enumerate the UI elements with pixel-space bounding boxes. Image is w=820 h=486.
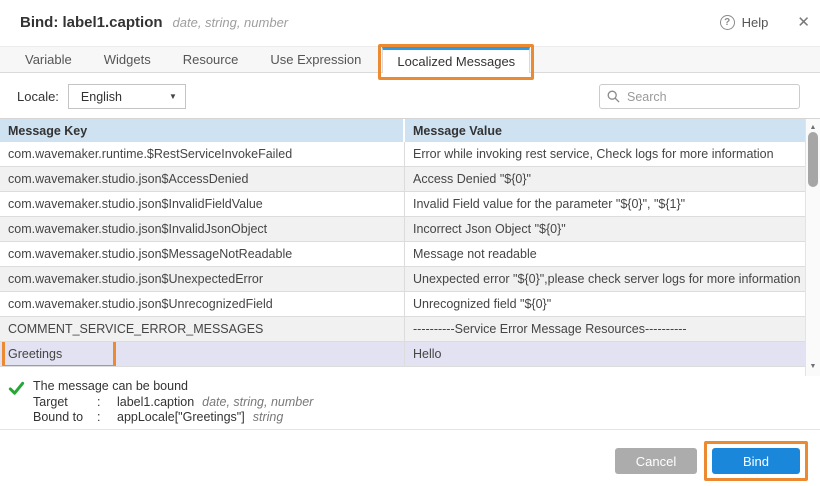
message-value-cell: Invalid Field value for the parameter "$… bbox=[405, 192, 805, 216]
bound-to-value: appLocale["Greetings"] bbox=[117, 410, 245, 426]
message-value-cell: Unexpected error "${0}",please check ser… bbox=[405, 267, 805, 291]
binding-status-lines: The message can be bound Target : label1… bbox=[33, 379, 313, 426]
message-key-cell: com.wavemaker.runtime.$RestServiceInvoke… bbox=[0, 142, 405, 166]
message-value-cell: Incorrect Json Object "${0}" bbox=[405, 217, 805, 241]
messages-table: Message Key Message Value com.wavemaker.… bbox=[0, 118, 820, 376]
dialog-header: Bind: label1.caption date, string, numbe… bbox=[0, 0, 820, 44]
table-row[interactable]: com.wavemaker.studio.json$UnexpectedErro… bbox=[0, 267, 805, 292]
tab-localized-messages[interactable]: Localized Messages bbox=[382, 47, 530, 73]
binding-bound-row: Bound to : appLocale["Greetings"] string bbox=[33, 410, 313, 426]
message-value-cell: Error while invoking rest service, Check… bbox=[405, 142, 805, 166]
bound-to-type: string bbox=[253, 410, 284, 426]
close-icon[interactable]: ✕ bbox=[797, 15, 810, 30]
footer-divider bbox=[0, 429, 820, 430]
bound-to-colon: : bbox=[97, 410, 117, 426]
target-label: Target bbox=[33, 395, 97, 411]
success-check-icon bbox=[8, 380, 25, 397]
message-key-cell: COMMENT_SERVICE_ERROR_MESSAGES bbox=[0, 317, 405, 341]
message-value-cell: Unrecognized field "${0}" bbox=[405, 292, 805, 316]
table-row-selected[interactable]: Greetings Hello bbox=[0, 342, 805, 367]
table-header-row: Message Key Message Value bbox=[0, 119, 805, 142]
help-link[interactable]: Help bbox=[742, 15, 769, 30]
message-key-cell: com.wavemaker.studio.json$MessageNotRead… bbox=[0, 242, 405, 266]
tab-resource[interactable]: Resource bbox=[172, 47, 250, 72]
message-key-cell: Greetings bbox=[0, 342, 405, 366]
message-value-cell: ----------Service Error Message Resource… bbox=[405, 317, 805, 341]
table-row[interactable]: COMMENT_SERVICE_ERROR_MESSAGES ---------… bbox=[0, 317, 805, 342]
binding-status-message: The message can be bound bbox=[33, 379, 313, 395]
table-row[interactable]: com.wavemaker.studio.json$UnrecognizedFi… bbox=[0, 292, 805, 317]
table-row[interactable]: com.wavemaker.studio.json$InvalidFieldVa… bbox=[0, 192, 805, 217]
scrollbar-thumb[interactable] bbox=[808, 132, 818, 187]
selected-message-key: Greetings bbox=[8, 347, 62, 361]
bind-dialog: Bind: label1.caption date, string, numbe… bbox=[0, 0, 820, 486]
tab-localized-messages-label: Localized Messages bbox=[397, 54, 515, 69]
locale-label: Locale: bbox=[17, 89, 59, 104]
binding-target-row: Target : label1.caption date, string, nu… bbox=[33, 395, 313, 411]
target-colon: : bbox=[97, 395, 117, 411]
dialog-footer: Cancel Bind bbox=[615, 448, 800, 474]
table-body: Message Key Message Value com.wavemaker.… bbox=[0, 119, 805, 376]
search-box bbox=[599, 84, 800, 109]
tab-variable[interactable]: Variable bbox=[14, 47, 83, 72]
message-key-cell: com.wavemaker.studio.json$InvalidJsonObj… bbox=[0, 217, 405, 241]
header-actions: ? Help ✕ bbox=[720, 15, 810, 30]
table-row[interactable]: com.wavemaker.studio.json$AccessDenied A… bbox=[0, 167, 805, 192]
message-key-cell: com.wavemaker.studio.json$AccessDenied bbox=[0, 167, 405, 191]
search-icon bbox=[607, 90, 620, 103]
table-toolbar: Locale: English ▼ bbox=[0, 84, 820, 109]
message-key-cell: com.wavemaker.studio.json$UnexpectedErro… bbox=[0, 267, 405, 291]
bind-button-wrap: Bind bbox=[712, 448, 800, 474]
message-value-cell: Hello bbox=[405, 342, 805, 366]
binding-status-panel: The message can be bound Target : label1… bbox=[0, 379, 820, 426]
locale-select[interactable]: English ▼ bbox=[68, 84, 186, 109]
chevron-down-icon: ▼ bbox=[169, 92, 177, 101]
cancel-button[interactable]: Cancel bbox=[615, 448, 697, 474]
table-row[interactable]: com.wavemaker.studio.json$InvalidJsonObj… bbox=[0, 217, 805, 242]
tab-widgets[interactable]: Widgets bbox=[93, 47, 162, 72]
scroll-down-icon[interactable]: ▼ bbox=[806, 360, 820, 372]
bound-to-label: Bound to bbox=[33, 410, 97, 426]
message-key-cell: com.wavemaker.studio.json$UnrecognizedFi… bbox=[0, 292, 405, 316]
column-header-message-value[interactable]: Message Value bbox=[405, 119, 805, 142]
tab-bar: Variable Widgets Resource Use Expression… bbox=[0, 46, 820, 73]
column-header-message-key[interactable]: Message Key bbox=[0, 119, 405, 142]
dialog-title: Bind: label1.caption bbox=[20, 14, 163, 31]
table-row[interactable]: com.wavemaker.runtime.$RestServiceInvoke… bbox=[0, 142, 805, 167]
target-types: date, string, number bbox=[202, 395, 313, 411]
message-value-cell: Message not readable bbox=[405, 242, 805, 266]
tab-use-expression[interactable]: Use Expression bbox=[259, 47, 372, 72]
message-value-cell: Access Denied "${0}" bbox=[405, 167, 805, 191]
search-input[interactable] bbox=[599, 84, 800, 109]
locale-select-value: English bbox=[81, 90, 122, 104]
help-icon[interactable]: ? bbox=[720, 15, 735, 30]
dialog-subtitle: date, string, number bbox=[173, 15, 289, 30]
bind-button[interactable]: Bind bbox=[712, 448, 800, 474]
table-row[interactable]: com.wavemaker.studio.json$MessageNotRead… bbox=[0, 242, 805, 267]
target-value: label1.caption bbox=[117, 395, 194, 411]
table-scrollbar[interactable]: ▲ ▼ bbox=[805, 119, 820, 376]
message-key-cell: com.wavemaker.studio.json$InvalidFieldVa… bbox=[0, 192, 405, 216]
